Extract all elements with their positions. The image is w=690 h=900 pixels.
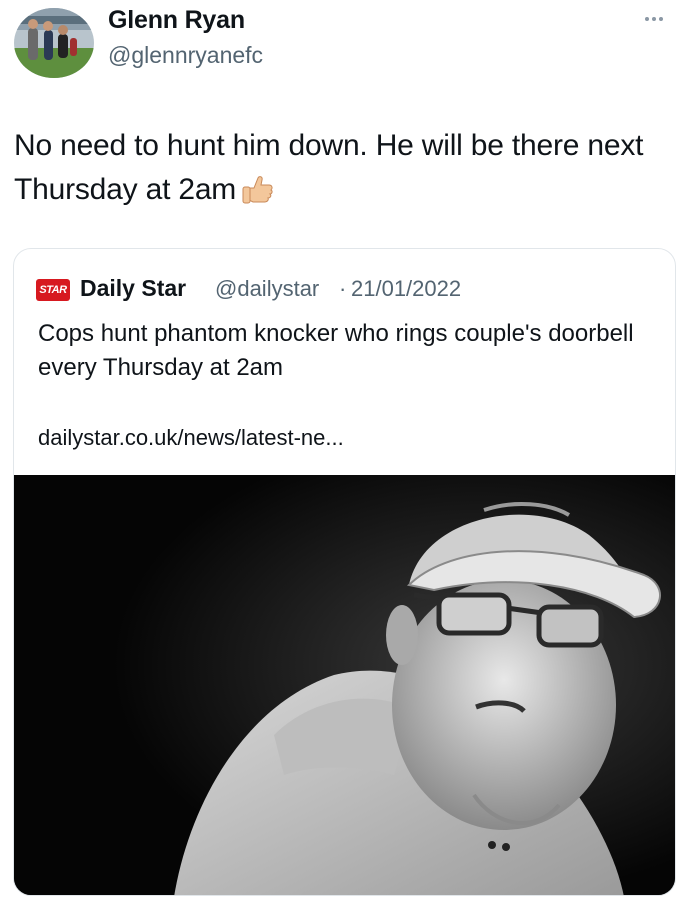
thumbs-up-emoji (240, 173, 274, 220)
quoted-link[interactable]: dailystar.co.uk/news/latest-ne... (38, 425, 344, 451)
quoted-tweet[interactable]: STAR Daily Star @dailystar · 21/01/2022 … (13, 248, 676, 896)
quoted-date[interactable]: 21/01/2022 (351, 276, 461, 302)
quoted-author-name[interactable]: Daily Star (80, 275, 186, 302)
more-dots-icon[interactable] (645, 12, 675, 26)
quoted-author-handle[interactable]: @dailystar (215, 276, 319, 302)
avatar[interactable] (14, 8, 94, 78)
author-name[interactable]: Glenn Ryan (108, 6, 245, 35)
separator: · (339, 276, 347, 301)
quoted-photo[interactable] (14, 475, 675, 895)
quoted-text: Cops hunt phantom knocker who rings coup… (38, 320, 634, 381)
tweet-text: No need to hunt him down. He will be the… (14, 124, 684, 220)
tweet-body: No need to hunt him down. He will be the… (14, 129, 644, 206)
author-handle[interactable]: @glennryanefc (108, 42, 263, 69)
daily-star-logo: STAR (36, 279, 70, 301)
